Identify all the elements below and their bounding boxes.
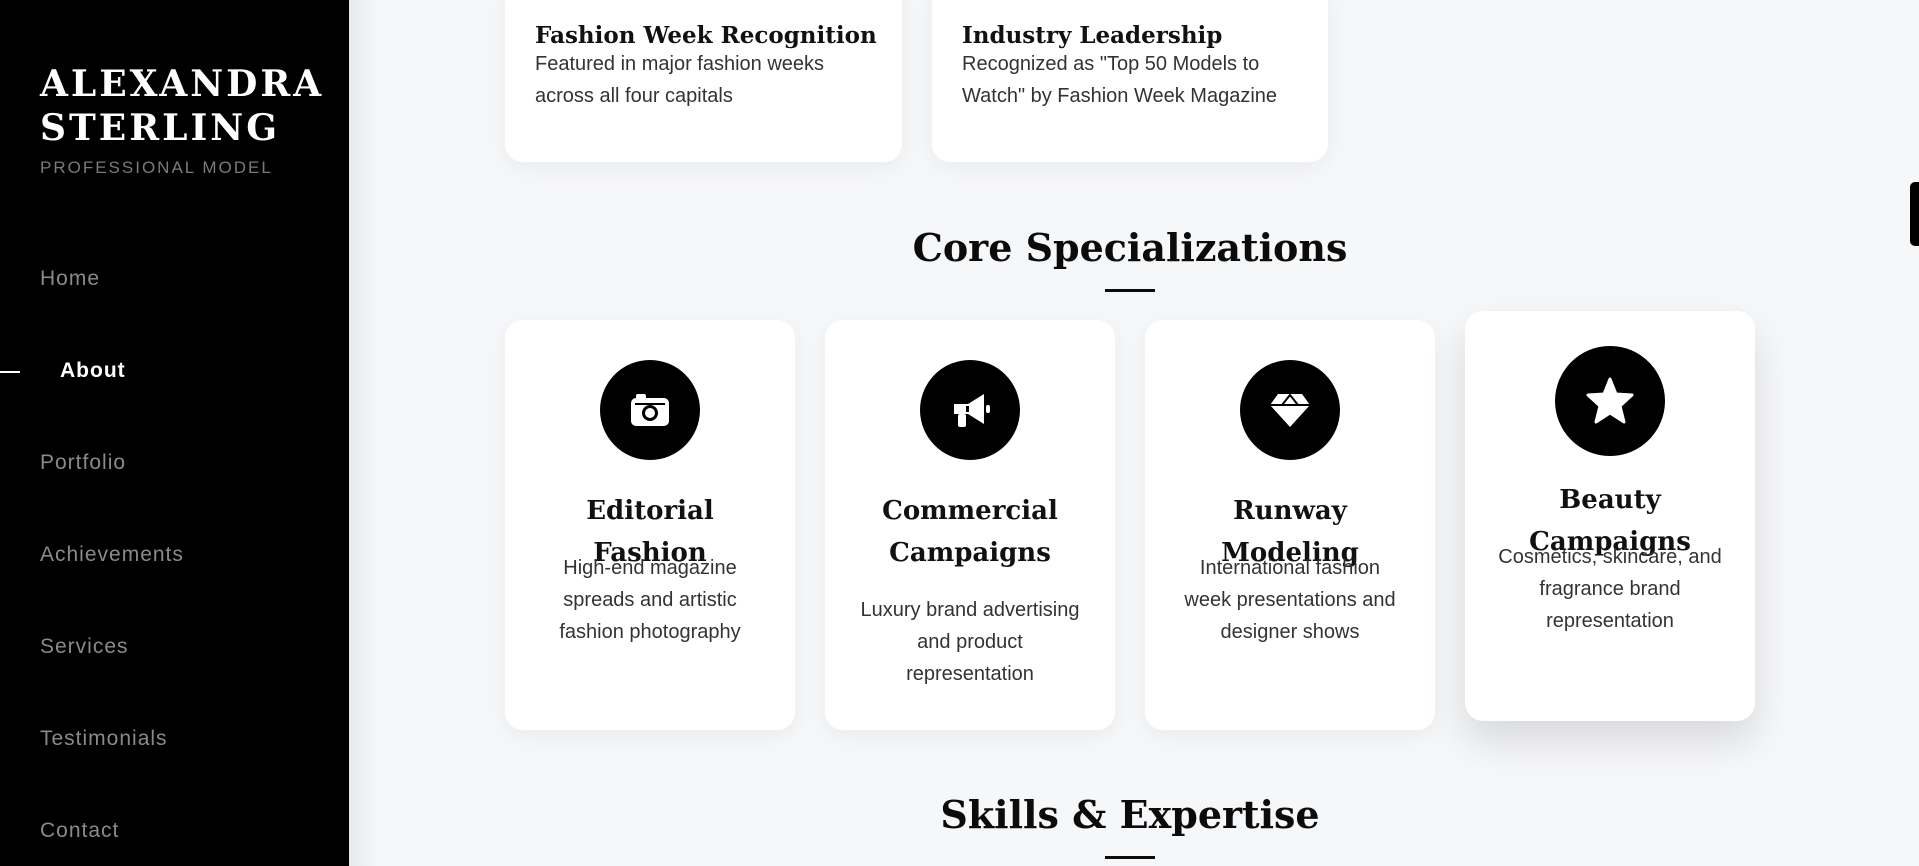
achievement-card: Industry Leadership Recognized as "Top 5… [932,0,1328,162]
nav-item-services[interactable]: Services [40,635,129,659]
sidebar: ALEXANDRA STERLING PROFESSIONAL MODEL Ho… [0,0,349,866]
brand-name-line1: ALEXANDRA [40,63,325,105]
brand-subtitle: PROFESSIONAL MODEL [40,158,273,177]
heading-underline [1105,856,1155,859]
achievement-title: Fashion Week Recognition [535,22,877,49]
achievement-card: Fashion Week Recognition Featured in maj… [505,0,902,162]
heading-underline [1105,289,1155,292]
achievement-desc: Featured in major fashion weeks across a… [535,53,825,107]
nav-item-achievements[interactable]: Achievements [40,543,184,567]
gem-icon [1240,360,1340,460]
specialization-desc: High-end magazine spreads and artistic f… [559,557,741,643]
nav-item-home[interactable]: Home [40,267,100,291]
specialization-title: Commercial Campaigns [882,496,1058,568]
skills-heading: Skills & Expertise [940,792,1320,837]
specialization-card[interactable]: Commercial Campaigns Luxury brand advert… [825,320,1115,730]
sidebar-shadow [349,0,379,866]
specialization-card[interactable]: Editorial Fashion High-end magazine spre… [505,320,795,730]
specialization-desc: Cosmetics, skincare, and fragrance brand… [1498,546,1722,632]
star-icon [1555,346,1665,456]
nav-item-contact[interactable]: Contact [40,819,119,843]
brand-name[interactable]: ALEXANDRA STERLING [40,62,340,150]
specialization-desc: International fashion week presentations… [1184,557,1396,643]
specializations-heading: Core Specializations [912,225,1348,270]
achievement-title: Industry Leadership [962,22,1223,49]
specialization-card[interactable]: Runway Modeling International fashion we… [1145,320,1435,730]
specialization-desc: Luxury brand advertising and product rep… [860,599,1080,685]
camera-icon [600,360,700,460]
nav-item-about[interactable]: About [60,359,126,383]
megaphone-icon [920,360,1020,460]
nav-item-testimonials[interactable]: Testimonials [40,727,168,751]
nav-item-portfolio[interactable]: Portfolio [40,451,126,475]
achievement-desc: Recognized as "Top 50 Models to Watch" b… [962,53,1278,107]
brand-name-line2: STERLING [40,107,280,149]
specialization-card-hovered[interactable]: Beauty Campaigns Cosmetics, skincare, an… [1465,311,1755,721]
scrollbar-thumb[interactable] [1910,182,1919,246]
active-nav-indicator [0,371,20,373]
